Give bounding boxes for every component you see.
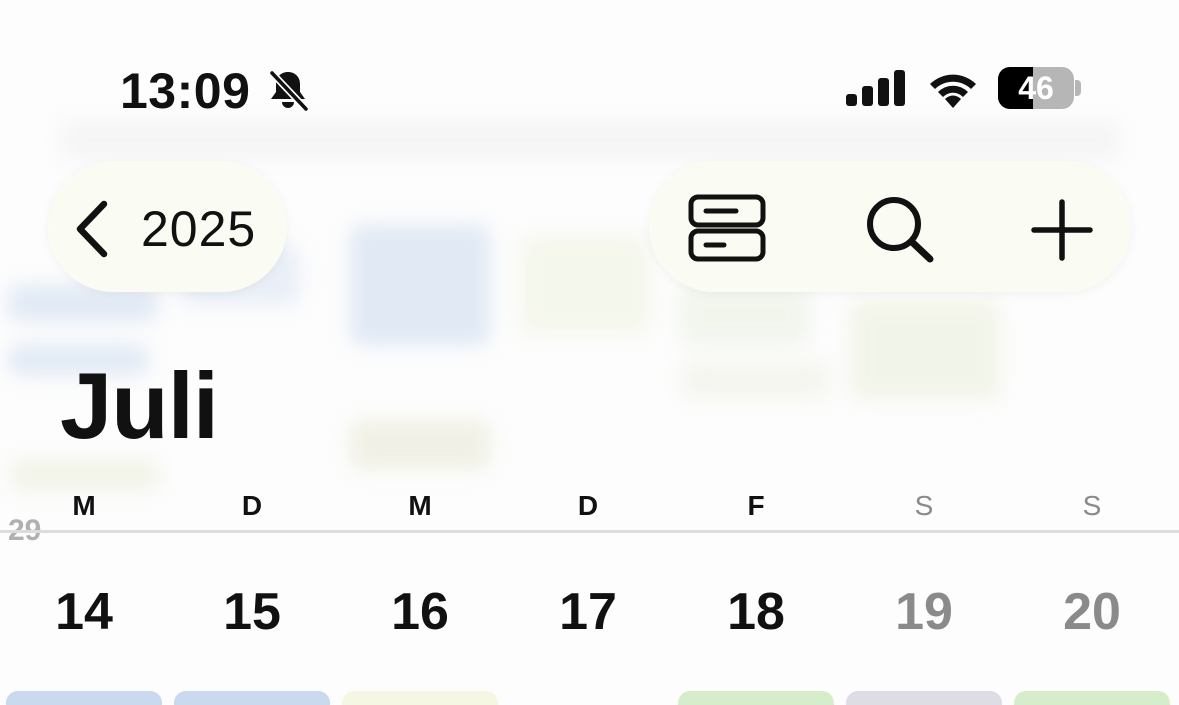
weekday-saturday: S <box>914 490 934 521</box>
back-year-label[interactable]: 2025 <box>141 200 256 258</box>
day-number[interactable]: 18 <box>686 582 826 642</box>
plus-icon[interactable] <box>1030 198 1094 262</box>
battery-tip <box>1075 80 1081 96</box>
weekday-monday: M <box>72 490 96 521</box>
day-number[interactable]: 15 <box>182 582 322 642</box>
chevron-left-icon[interactable] <box>72 200 112 258</box>
event-chip[interactable] <box>174 691 330 705</box>
calendar-views-icon[interactable] <box>688 194 766 262</box>
month-title: Juli <box>60 353 219 458</box>
week-header-divider <box>0 530 1179 533</box>
battery-icon: 46 <box>998 67 1082 109</box>
status-time: 13:09 <box>120 63 251 119</box>
weekday-thursday: D <box>577 490 599 521</box>
day-number[interactable]: 14 <box>14 582 154 642</box>
cellular-signal-icon <box>846 70 906 106</box>
status-bar: 13:09 46 <box>0 0 1179 130</box>
day-number[interactable]: 19 <box>854 582 994 642</box>
day-number[interactable]: 16 <box>350 582 490 642</box>
event-chip[interactable] <box>342 691 498 705</box>
bell-slash-icon <box>266 68 310 113</box>
wifi-icon <box>926 66 980 108</box>
battery-level: 46 <box>1018 70 1054 106</box>
event-chip[interactable] <box>846 691 1002 705</box>
search-icon[interactable] <box>864 194 936 264</box>
weekday-tuesday: D <box>241 490 263 521</box>
day-number[interactable]: 17 <box>518 582 658 642</box>
weekday-wednesday: M <box>408 490 432 521</box>
weekday-friday: F <box>747 490 765 521</box>
event-chip[interactable] <box>678 691 834 705</box>
weekday-sunday: S <box>1082 490 1102 521</box>
day-number[interactable]: 20 <box>1022 582 1162 642</box>
calendar-week-screen: 13:09 46 2025 Juli M D M D F S S 29 14 1… <box>0 0 1179 705</box>
event-chip[interactable] <box>6 691 162 705</box>
event-chip[interactable] <box>1014 691 1170 705</box>
battery-body: 46 <box>998 67 1074 109</box>
